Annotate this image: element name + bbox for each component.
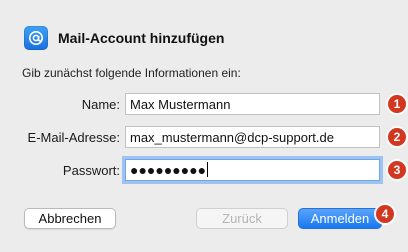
cancel-button[interactable]: Abbrechen: [24, 208, 116, 229]
password-dots: ●●●●●●●●●: [130, 162, 207, 178]
name-label: Name:: [81, 97, 120, 112]
step-badge-2: 2: [388, 128, 406, 146]
password-label: Passwort:: [62, 163, 120, 178]
sign-in-button[interactable]: Anmelden: [298, 208, 382, 229]
back-button[interactable]: Zurück: [196, 208, 288, 229]
step-badge-4: 4: [376, 205, 394, 223]
email-label: E-Mail-Adresse:: [27, 130, 120, 145]
text-caret: [207, 162, 209, 177]
email-row: E-Mail-Adresse: 2: [0, 126, 408, 150]
password-input[interactable]: ●●●●●●●●●: [125, 159, 380, 181]
password-row: Passwort: ●●●●●●●●● 3: [0, 159, 408, 183]
step-badge-3: 3: [388, 161, 406, 179]
dialog-header: Mail-Account hinzufügen: [0, 0, 408, 74]
name-input[interactable]: [125, 93, 380, 115]
account-form: Name: 1 E-Mail-Adresse: 2 Passwort: ●●●●…: [0, 88, 408, 198]
email-input[interactable]: [125, 126, 380, 148]
step-badge-1: 1: [388, 95, 406, 113]
name-row: Name: 1: [0, 93, 408, 117]
intro-text: Gib zunächst folgende Informationen ein:: [22, 66, 241, 80]
mail-at-icon: [24, 26, 48, 50]
dialog-title: Mail-Account hinzufügen: [58, 30, 225, 46]
